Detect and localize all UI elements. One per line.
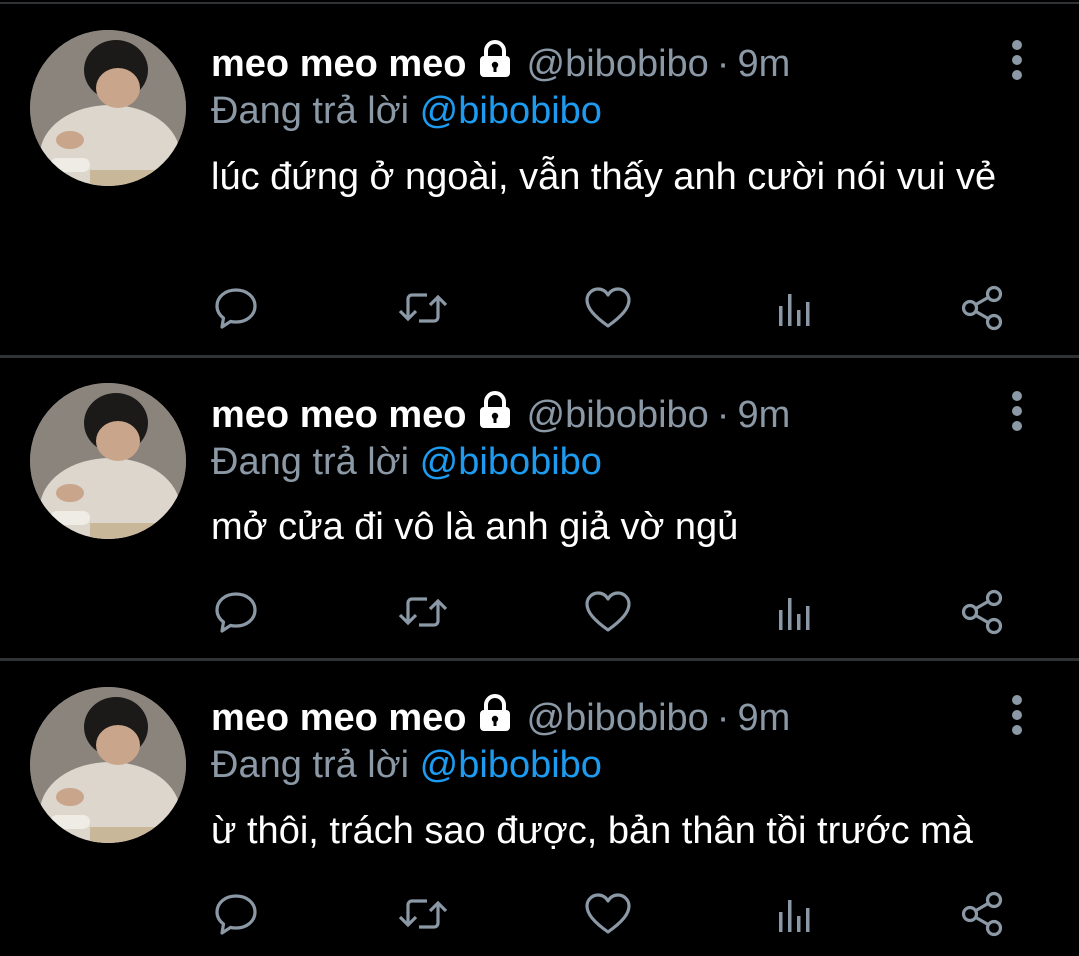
tweet-text: mở cửa đi vô là anh giả vờ ngủ bbox=[211, 506, 739, 548]
share-icon[interactable] bbox=[952, 278, 1012, 338]
heart-icon[interactable] bbox=[578, 884, 638, 944]
reply-icon[interactable] bbox=[206, 582, 266, 642]
views-icon[interactable] bbox=[765, 582, 825, 642]
separator: · bbox=[716, 697, 730, 739]
views-icon[interactable] bbox=[765, 278, 825, 338]
avatar[interactable] bbox=[30, 687, 186, 843]
mention-link[interactable]: @bibobibo bbox=[420, 90, 602, 132]
mention-link[interactable]: @bibobibo bbox=[420, 744, 602, 786]
tweet-actions bbox=[0, 278, 1079, 338]
mention-link[interactable]: @bibobibo bbox=[420, 441, 602, 483]
more-vertical-icon[interactable] bbox=[1000, 693, 1034, 737]
display-name[interactable]: meo meo meo bbox=[211, 697, 467, 739]
lock-icon bbox=[477, 40, 513, 78]
tweet-header: meo meo meo @bibobibo · 9m bbox=[211, 694, 790, 740]
replying-to: Đang trả lời @bibobibo bbox=[211, 89, 602, 133]
views-icon[interactable] bbox=[765, 884, 825, 944]
tweet-header: meo meo meo @bibobibo · 9m bbox=[211, 40, 790, 86]
timestamp[interactable]: 9m bbox=[737, 43, 790, 85]
separator: · bbox=[716, 43, 730, 85]
tweet-header: meo meo meo @bibobibo · 9m bbox=[211, 391, 790, 437]
share-icon[interactable] bbox=[952, 884, 1012, 944]
lock-icon bbox=[477, 694, 513, 732]
avatar[interactable] bbox=[30, 30, 186, 186]
tweet-text: ừ thôi, trách sao được, bản thân tồi trư… bbox=[211, 810, 973, 852]
user-handle[interactable]: @bibobibo bbox=[527, 697, 709, 739]
heart-icon[interactable] bbox=[578, 582, 638, 642]
display-name[interactable]: meo meo meo bbox=[211, 43, 467, 85]
timestamp[interactable]: 9m bbox=[737, 394, 790, 436]
user-handle[interactable]: @bibobibo bbox=[527, 43, 709, 85]
user-handle[interactable]: @bibobibo bbox=[527, 394, 709, 436]
retweet-icon[interactable] bbox=[393, 278, 453, 338]
tweet[interactable]: meo meo meo @bibobibo · 9m Đang trả lời @bi… bbox=[0, 661, 1079, 956]
replying-to-label: Đang trả lời bbox=[211, 744, 410, 786]
avatar[interactable] bbox=[30, 383, 186, 539]
separator: · bbox=[716, 394, 730, 436]
tweet-text: lúc đứng ở ngoài, vẫn thấy anh cười nói … bbox=[211, 156, 997, 198]
more-vertical-icon[interactable] bbox=[1000, 389, 1034, 433]
display-name[interactable]: meo meo meo bbox=[211, 394, 467, 436]
tweet[interactable]: meo meo meo @bibobibo · 9m Đang trả lời @bi… bbox=[0, 0, 1079, 355]
retweet-icon[interactable] bbox=[393, 582, 453, 642]
more-vertical-icon[interactable] bbox=[1000, 38, 1034, 82]
timestamp[interactable]: 9m bbox=[737, 697, 790, 739]
reply-icon[interactable] bbox=[206, 884, 266, 944]
replying-to-label: Đang trả lời bbox=[211, 90, 410, 132]
lock-icon bbox=[477, 391, 513, 429]
retweet-icon[interactable] bbox=[393, 884, 453, 944]
replying-to: Đang trả lời @bibobibo bbox=[211, 743, 602, 787]
tweet-feed: meo meo meo @bibobibo · 9m Đang trả lời @bi… bbox=[0, 0, 1079, 956]
tweet[interactable]: meo meo meo @bibobibo · 9m Đang trả lời @bi… bbox=[0, 357, 1079, 659]
tweet-actions bbox=[0, 884, 1079, 944]
replying-to-label: Đang trả lời bbox=[211, 441, 410, 483]
replying-to: Đang trả lời @bibobibo bbox=[211, 440, 602, 484]
reply-icon[interactable] bbox=[206, 278, 266, 338]
heart-icon[interactable] bbox=[578, 278, 638, 338]
share-icon[interactable] bbox=[952, 582, 1012, 642]
tweet-actions bbox=[0, 582, 1079, 642]
